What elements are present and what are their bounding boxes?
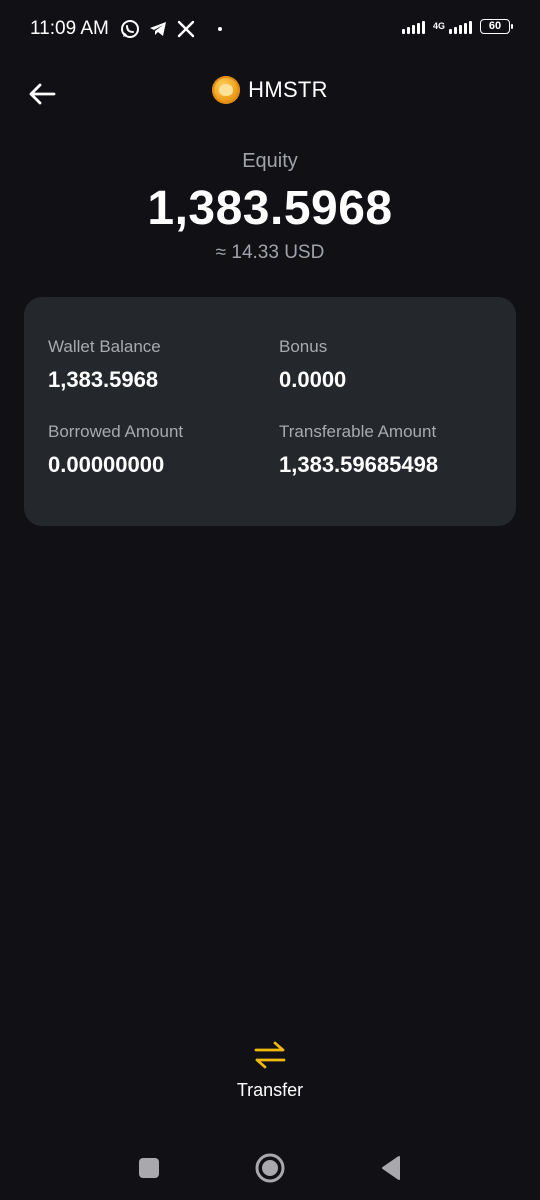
- transferable-amount-label: Transferable Amount: [279, 422, 437, 441]
- equity-usd-value: ≈ 14.33 USD: [215, 242, 325, 263]
- transferable-amount-value: 1,383.59685498: [279, 452, 439, 477]
- x-icon: [176, 19, 196, 39]
- balance-details-card: Wallet Balance 1,383.5968 Bonus 0.0000 B…: [24, 297, 516, 526]
- battery-icon: 60: [480, 18, 513, 34]
- notification-icons: [120, 19, 222, 39]
- wallet-balance-stat: Wallet Balance 1,383.5968: [48, 337, 268, 393]
- equity-value: 1,383.5968: [147, 182, 393, 235]
- wallet-balance-value: 1,383.5968: [48, 367, 159, 392]
- home-button[interactable]: [250, 1148, 290, 1188]
- swap-arrows-icon: [254, 1041, 286, 1069]
- borrowed-amount-label: Borrowed Amount: [48, 422, 184, 441]
- transfer-button[interactable]: Transfer: [0, 1040, 540, 1101]
- circle-home-icon: [255, 1153, 285, 1183]
- borrowed-amount-stat: Borrowed Amount 0.00000000: [48, 422, 268, 478]
- triangle-back-icon: [382, 1156, 400, 1180]
- whatsapp-icon: [120, 19, 140, 39]
- title-group: HMSTR: [0, 76, 540, 104]
- transfer-label: Transfer: [236, 1080, 304, 1100]
- status-bar: 11:09 AM 4G 60: [0, 0, 540, 60]
- signal-strength-icon: [401, 18, 425, 34]
- status-time: 11:09 AM: [30, 18, 109, 39]
- bonus-label: Bonus: [279, 337, 328, 356]
- square-icon: [139, 1158, 159, 1178]
- page-title: HMSTR: [248, 77, 328, 102]
- equity-section: Equity 1,383.5968 ≈ 14.33 USD: [0, 150, 540, 264]
- header: HMSTR: [0, 70, 540, 116]
- network-type: 4G: [432, 20, 445, 31]
- signal-strength-2-icon: [449, 18, 472, 34]
- transferable-amount-stat: Transferable Amount 1,383.59685498: [279, 422, 509, 478]
- screen: 11:09 AM 4G 60 HMSTR Equity 1,383.5968 ≈…: [0, 0, 540, 1200]
- hmstr-coin-icon: [212, 76, 241, 104]
- more-notifications-dot-icon: [218, 27, 222, 31]
- equity-label: Equity: [242, 150, 298, 172]
- recent-apps-button[interactable]: [129, 1148, 169, 1188]
- bonus-value: 0.0000: [279, 367, 347, 392]
- system-navigation-bar: [0, 1140, 540, 1190]
- back-nav-button[interactable]: [371, 1148, 411, 1188]
- borrowed-amount-value: 0.00000000: [48, 452, 165, 477]
- bonus-stat: Bonus 0.0000: [279, 337, 499, 393]
- battery-level: 60: [488, 20, 502, 32]
- wallet-balance-label: Wallet Balance: [48, 337, 161, 356]
- telegram-icon: [148, 19, 168, 39]
- system-indicators: 4G 60: [401, 18, 513, 34]
